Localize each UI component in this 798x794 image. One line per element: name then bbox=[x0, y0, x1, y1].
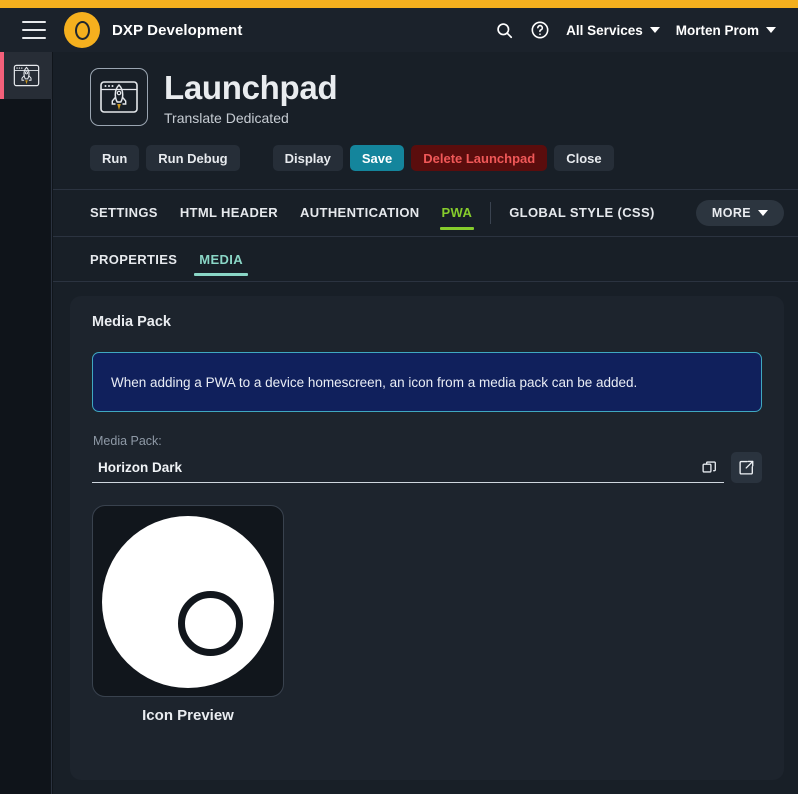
media-pack-input[interactable] bbox=[92, 452, 724, 482]
chevron-down-icon bbox=[758, 210, 768, 216]
topbar-right-group: All Services Morten Prom bbox=[495, 20, 784, 40]
run-debug-button[interactable]: Run Debug bbox=[146, 145, 240, 171]
tab-global-style-css[interactable]: GLOBAL STYLE (CSS) bbox=[509, 190, 654, 236]
more-label: MORE bbox=[711, 206, 751, 220]
top-bar: DXP Development All Services Morten Prom bbox=[0, 8, 798, 52]
tab-settings[interactable]: SETTINGS bbox=[90, 190, 158, 236]
open-external-icon bbox=[739, 460, 754, 475]
brand-name: DXP Development bbox=[112, 21, 243, 39]
media-pack-field-row bbox=[92, 452, 762, 483]
rocket-window-icon bbox=[13, 64, 39, 87]
page-header: Launchpad Translate Dedicated bbox=[53, 52, 798, 126]
subtab-properties[interactable]: PROPERTIES bbox=[90, 237, 177, 281]
page-title-group: Launchpad Translate Dedicated bbox=[164, 68, 338, 126]
search-icon[interactable] bbox=[495, 21, 514, 40]
chevron-down-icon bbox=[766, 27, 776, 33]
card-wrapper: Media Pack When adding a PWA to a device… bbox=[53, 282, 798, 780]
brand-circle-logo[interactable] bbox=[64, 12, 100, 48]
info-notice-text: When adding a PWA to a device homescreen… bbox=[111, 374, 638, 390]
tab-authentication[interactable]: AUTHENTICATION bbox=[300, 190, 419, 236]
copy-icon[interactable] bbox=[701, 459, 718, 476]
delete-launchpad-button[interactable]: Delete Launchpad bbox=[411, 145, 548, 171]
media-pack-input-shell bbox=[92, 452, 724, 483]
page-title: Launchpad bbox=[164, 69, 338, 106]
tab-divider bbox=[490, 202, 492, 224]
hamburger-menu-icon[interactable] bbox=[22, 21, 46, 39]
top-accent-strip bbox=[0, 0, 798, 8]
all-services-label: All Services bbox=[566, 22, 643, 38]
tab-html-header[interactable]: HTML HEADER bbox=[180, 190, 278, 236]
media-pack-field-label: Media Pack: bbox=[93, 434, 162, 448]
close-button[interactable]: Close bbox=[554, 145, 614, 171]
user-name-label: Morten Prom bbox=[675, 22, 759, 38]
help-circle-icon[interactable] bbox=[530, 20, 550, 40]
card-title: Media Pack bbox=[92, 314, 171, 330]
primary-tab-bar: SETTINGS HTML HEADER AUTHENTICATION PWA … bbox=[53, 190, 798, 236]
save-button[interactable]: Save bbox=[349, 145, 405, 171]
page-rocket-window-icon bbox=[90, 68, 148, 126]
more-tabs-button[interactable]: MORE bbox=[695, 200, 784, 226]
hamburger-bar bbox=[22, 21, 46, 23]
page-subtitle: Translate Dedicated bbox=[164, 110, 289, 126]
tab-pwa[interactable]: PWA bbox=[439, 190, 474, 236]
sidebar-item-launchpad[interactable] bbox=[0, 52, 52, 99]
run-button[interactable]: Run bbox=[90, 145, 140, 171]
display-button[interactable]: Display bbox=[272, 145, 343, 171]
brand-logo-ring bbox=[74, 20, 90, 40]
chevron-down-icon bbox=[649, 27, 660, 33]
icon-preview-block: Icon Preview bbox=[92, 505, 284, 724]
user-menu[interactable]: Morten Prom bbox=[676, 23, 776, 38]
all-services-menu[interactable]: All Services bbox=[566, 23, 660, 38]
icon-preview-tile[interactable] bbox=[92, 505, 284, 697]
hamburger-bar bbox=[22, 29, 46, 31]
open-media-pack-button[interactable] bbox=[731, 452, 762, 483]
preview-disc-ring bbox=[178, 591, 243, 656]
subtab-media[interactable]: MEDIA bbox=[194, 237, 248, 281]
main-content: Launchpad Translate Dedicated Run Run De… bbox=[53, 52, 798, 794]
info-notice: When adding a PWA to a device homescreen… bbox=[92, 352, 762, 412]
secondary-tab-bar: PROPERTIES MEDIA bbox=[53, 237, 798, 281]
icon-preview-caption: Icon Preview bbox=[142, 707, 234, 724]
left-rail bbox=[0, 52, 52, 794]
action-button-bar: Run Run Debug Display Save Delete Launch… bbox=[53, 126, 798, 171]
media-pack-card: Media Pack When adding a PWA to a device… bbox=[70, 296, 784, 780]
hamburger-bar bbox=[22, 37, 46, 39]
